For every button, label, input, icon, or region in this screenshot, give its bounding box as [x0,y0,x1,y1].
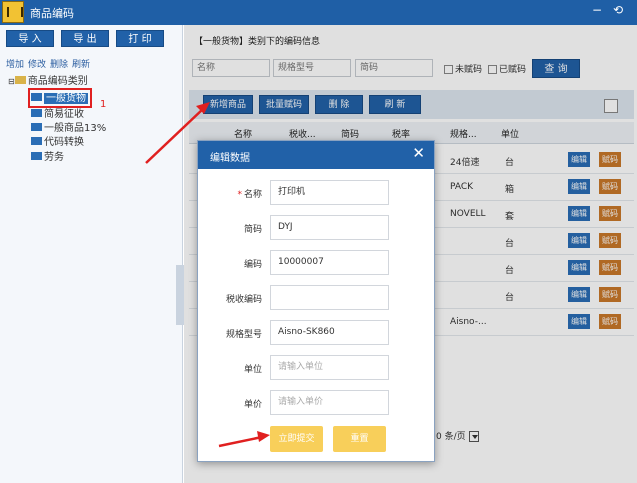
title-bar: 商品编码 − ⟲ [0,0,637,25]
refresh-link[interactable]: 刷新 [72,60,90,70]
tree-root[interactable]: ⊟ 商品编码类别 [8,75,88,88]
spec-field[interactable]: Aisno-SK860 [270,320,389,345]
annotation-highlight-box [28,88,92,108]
form-row-spec: 规格型号 Aisno-SK860 [198,320,434,346]
collapse-icon[interactable]: ⊟ [8,77,15,86]
folder-icon [14,76,26,84]
tree-actions: 增加 修改 删除 刷新 [6,57,94,70]
reset-button[interactable]: 重置 [333,426,386,452]
panel-splitter[interactable] [176,265,184,325]
tree-item-services[interactable]: 劳务 [31,151,64,164]
dialog-title: 编辑数据 [210,153,250,164]
annotation-step-number: 1 [100,99,107,110]
print-button[interactable]: 打 印 [116,30,164,47]
form-row-name: * 名称 打印机 [198,180,434,206]
folder-icon [31,152,42,160]
required-marker: * [237,190,242,200]
submit-button[interactable]: 立即提交 [270,426,323,452]
window-title: 商品编码 [30,7,74,20]
tree-item-simple-levy[interactable]: 简易征收 [31,108,84,121]
unit-field[interactable]: 请输入单位 [270,355,389,380]
add-link[interactable]: 增加 [6,60,24,70]
export-button[interactable]: 导 出 [61,30,109,47]
form-row-shortcode: 简码 DYJ [198,215,434,241]
restore-button[interactable]: ⟲ [613,3,623,17]
tax-code-field[interactable] [270,285,389,310]
form-row-price: 单价 请输入单价 [198,390,434,416]
minimize-button[interactable]: − [592,3,602,17]
shortcode-field[interactable]: DYJ [270,215,389,240]
edit-data-dialog: 编辑数据 ✕ * 名称 打印机 简码 DYJ 编码 10000007 税收编码 规… [197,140,435,462]
code-field[interactable]: 10000007 [270,250,389,275]
price-field[interactable]: 请输入单价 [270,390,389,415]
folder-icon [31,109,42,117]
delete-link[interactable]: 删除 [50,60,68,70]
form-row-unit: 单位 请输入单位 [198,355,434,381]
import-button[interactable]: 导 入 [6,30,54,47]
form-row-tax-code: 税收编码 [198,285,434,311]
folder-icon [31,137,42,145]
app-logo [2,1,24,23]
form-row-code: 编码 10000007 [198,250,434,276]
dialog-header: 编辑数据 ✕ [198,141,434,169]
tree-item-general-13[interactable]: 一般商品13% [31,122,106,135]
folder-icon [31,123,42,131]
edit-link[interactable]: 修改 [28,60,46,70]
close-icon[interactable]: ✕ [412,146,425,161]
name-field[interactable]: 打印机 [270,180,389,205]
tree-item-code-convert[interactable]: 代码转换 [31,136,84,149]
